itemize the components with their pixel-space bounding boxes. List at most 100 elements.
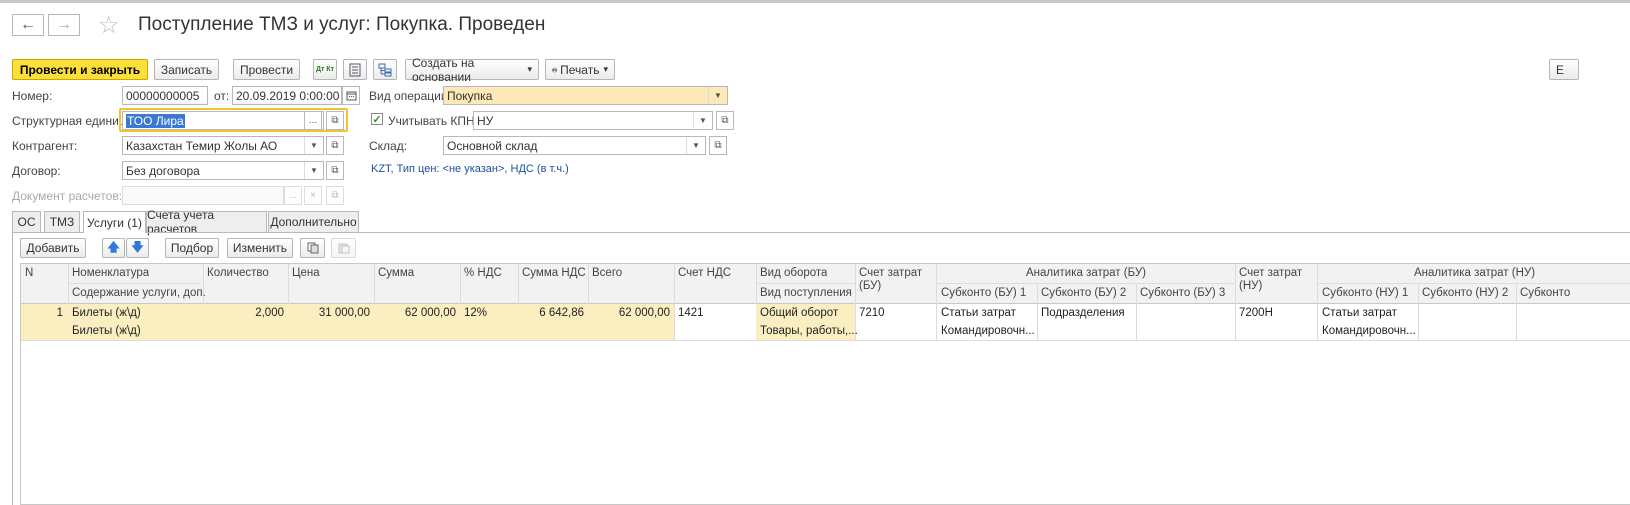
kpn-label: Учитывать КПН — [388, 114, 475, 128]
chevron-down-icon[interactable]: ▼ — [304, 137, 323, 154]
header-subconto-nu-2: Субконто (НУ) 2 — [1422, 287, 1509, 299]
structure-button[interactable] — [373, 59, 397, 80]
counterparty-value: Казахстан Темир Жолы АО — [126, 139, 278, 153]
counterparty-select[interactable]: Казахстан Темир Жолы АО ▼ — [122, 136, 324, 155]
save-button[interactable]: Записать — [154, 59, 219, 80]
dt-kt-report-button[interactable]: Дт Кт — [313, 59, 337, 80]
number-field[interactable]: 00000000005 — [122, 86, 208, 105]
list-view-button[interactable] — [343, 59, 367, 80]
structural-unit-field[interactable]: ТОО Лира — [122, 111, 324, 130]
settlement-document-field[interactable] — [122, 186, 284, 205]
number-label: Номер: — [12, 89, 53, 103]
chevron-down-icon[interactable]: ▼ — [693, 112, 712, 129]
header-receipt-type: Вид поступления — [760, 287, 852, 299]
create-based-on-label: Создать на основании — [412, 55, 475, 84]
paste-button[interactable] — [331, 238, 356, 258]
chevron-down-icon[interactable]: ▼ — [708, 87, 727, 104]
tab-settlement-accounts[interactable]: Счета учета расчетов — [146, 208, 267, 236]
post-and-close-button[interactable]: Провести и закрыть — [12, 59, 148, 80]
create-based-on-button[interactable]: Создать на основании ▾ — [405, 56, 539, 84]
cell-vat-sum[interactable]: 6 642,86 — [519, 307, 584, 319]
print-button[interactable]: Печать ▾ — [545, 59, 615, 80]
header-cost-analytics-bu: Аналитика затрат (БУ) — [1025, 267, 1147, 279]
cell-price[interactable]: 31 000,00 — [289, 307, 370, 319]
paste-icon — [338, 243, 349, 254]
hierarchy-icon — [378, 63, 392, 76]
cell-item[interactable]: Билеты (ж\д) — [72, 307, 141, 319]
change-button[interactable]: Изменить — [227, 238, 293, 258]
header-cost-analytics-nu: Аналитика затрат (НУ) — [1413, 267, 1536, 279]
cell-receipt-type[interactable]: Товары, работы,... — [760, 325, 858, 337]
kpn-checkbox[interactable]: ✓ — [371, 113, 383, 126]
select-dots-button[interactable]: ... — [304, 111, 322, 130]
tab-services[interactable]: Услуги (1) — [83, 211, 146, 233]
arrow-down-icon: 🡇 — [131, 239, 144, 254]
select-dots-button[interactable]: ... — [284, 186, 302, 205]
calendar-button[interactable] — [342, 86, 360, 105]
copy-button[interactable] — [300, 238, 325, 258]
operation-type-value: Покупка — [447, 89, 493, 103]
cell-vat-account[interactable]: 1421 — [678, 307, 704, 319]
chevron-down-icon[interactable]: ▼ — [686, 137, 705, 154]
warehouse-select[interactable]: Основной склад ▼ — [443, 136, 706, 155]
cell-subconto-bu-1[interactable]: Статьи затрат — [941, 307, 1016, 319]
chevron-down-icon[interactable]: ▼ — [304, 162, 323, 179]
open-icon[interactable]: ⧉ — [326, 186, 344, 205]
post-button[interactable]: Провести — [233, 59, 300, 80]
contract-value: Без договора — [126, 164, 200, 178]
cell-subconto-bu-2[interactable]: Подразделения — [1041, 307, 1125, 319]
tab-os[interactable]: ОС — [12, 211, 41, 232]
header-subconto-nu-3: Субконто — [1520, 287, 1571, 299]
clear-icon[interactable]: × — [304, 186, 322, 205]
cell-vat-percent[interactable]: 12% — [464, 307, 487, 319]
favorite-star-icon[interactable]: ☆ — [98, 11, 120, 40]
tab-tmz[interactable]: ТМЗ — [44, 211, 80, 232]
open-icon[interactable]: ⧉ — [709, 136, 727, 155]
cell-subconto-nu-1[interactable]: Статьи затрат — [1322, 307, 1397, 319]
header-quantity: Количество — [207, 267, 269, 279]
move-up-button[interactable]: 🡅 — [102, 238, 125, 258]
row-divider — [21, 340, 1630, 341]
cell-sum[interactable]: 62 000,00 — [375, 307, 456, 319]
header-price: Цена — [292, 267, 320, 279]
cell-quantity[interactable]: 2,000 — [204, 307, 284, 319]
more-actions-button[interactable]: Е — [1549, 59, 1579, 80]
back-button[interactable]: ← — [12, 14, 44, 36]
arrow-left-icon: ← — [20, 16, 36, 33]
move-down-button[interactable]: 🡇 — [126, 238, 149, 258]
structural-unit-value: ТОО Лира — [126, 114, 185, 128]
add-row-button[interactable]: Добавить — [20, 238, 86, 258]
open-icon[interactable]: ⧉ — [716, 111, 734, 130]
structural-unit-label: Структурная единица: — [12, 114, 136, 128]
operation-type-select[interactable]: Покупка ▼ — [443, 86, 728, 105]
warehouse-label: Склад: — [369, 139, 408, 153]
header-subdivider — [757, 283, 856, 284]
open-icon[interactable]: ⧉ — [326, 111, 344, 130]
header-subdivider — [69, 283, 201, 284]
cell-cost-account-nu[interactable]: 7200Н — [1239, 307, 1273, 319]
kpn-select[interactable]: НУ ▼ — [473, 111, 713, 130]
print-label: Печать — [560, 62, 600, 77]
header-subconto-bu-1: Субконто (БУ) 1 — [941, 287, 1027, 299]
header-subconto-bu-3: Субконто (БУ) 3 — [1140, 287, 1226, 299]
cell-cost-account-bu[interactable]: 7210 — [859, 307, 885, 319]
open-icon[interactable]: ⧉ — [326, 136, 344, 155]
warehouse-value: Основной склад — [447, 139, 538, 153]
cell-item-content[interactable]: Билеты (ж\д) — [72, 325, 141, 337]
contract-select[interactable]: Без договора ▼ — [122, 161, 324, 180]
cell-subconto-bu-1-value[interactable]: Командировочн... — [941, 325, 1035, 337]
pick-button[interactable]: Подбор — [165, 238, 219, 258]
header-vat-sum: Сумма НДС — [522, 267, 586, 279]
header-subconto-nu-1: Субконто (НУ) 1 — [1322, 287, 1409, 299]
cell-subconto-nu-1-value[interactable]: Командировочн... — [1322, 325, 1416, 337]
date-label: от: — [214, 89, 230, 103]
date-field[interactable]: 20.09.2019 0:00:00 — [232, 86, 342, 105]
cell-total[interactable]: 62 000,00 — [589, 307, 670, 319]
column-divider — [1235, 264, 1236, 340]
forward-button[interactable]: → — [48, 14, 80, 36]
cell-turnover-type[interactable]: Общий оборот — [760, 307, 838, 319]
cell-n[interactable]: 1 — [21, 307, 63, 319]
tab-additional[interactable]: Дополнительно — [268, 211, 359, 232]
open-icon[interactable]: ⧉ — [326, 161, 344, 180]
price-settings-link[interactable]: KZT, Тип цен: <не указан>, НДС (в т.ч.) — [371, 163, 569, 175]
